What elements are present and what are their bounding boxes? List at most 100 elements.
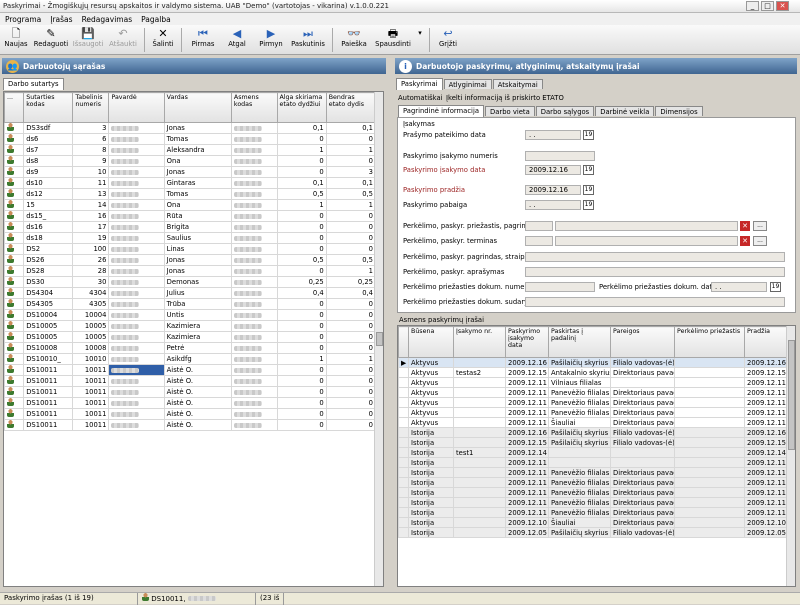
col-order-date[interactable]: Paskyrimo įsakymo data	[505, 326, 549, 358]
table-row[interactable]: DS30 30 Demonas 0,25 0,25	[4, 276, 377, 288]
clear-icon[interactable]: ✕	[740, 236, 750, 246]
table-row[interactable]: Istorija 2009.12.05 Pašilaičių skyrius Fili…	[398, 527, 788, 538]
first-button[interactable]: ⏮ Pirmas	[186, 25, 220, 55]
table-row[interactable]: Istorija 2009.12.10 Šiauliai Direktoriaus p…	[398, 517, 788, 528]
tab-deductions[interactable]: Atskaitymai	[492, 79, 543, 89]
col-total-rate[interactable]: Bendras etato dydis	[325, 92, 377, 123]
calendar-icon[interactable]: 19	[583, 200, 594, 210]
load-from-position-link[interactable]: Įkelti informaciją iš priskirto ETATO	[446, 94, 564, 102]
maximize-button[interactable]: □	[761, 1, 774, 11]
col-position[interactable]: Pareigos	[610, 326, 675, 358]
calendar-icon[interactable]: 19	[583, 130, 594, 140]
col-start[interactable]: Pradžia	[744, 326, 788, 358]
table-row[interactable]: DS10011 10011 Aistė O. 0 0	[4, 408, 377, 420]
table-row[interactable]: Istorija 2009.12.11 Panevėžio filialas Dire…	[398, 487, 788, 498]
menu-help[interactable]: Pagalba	[141, 15, 171, 24]
table-row[interactable]: ds18 19 Saulius 0 0	[4, 232, 377, 244]
next-button[interactable]: ▶ Pirmyn	[254, 25, 288, 55]
orders-grid-scrollbar[interactable]	[786, 326, 795, 586]
tab-dimensions[interactable]: Dimensijos	[655, 106, 703, 116]
browse-button[interactable]: ...	[753, 221, 767, 231]
table-row[interactable]: DS4304 4304 Julius 0,4 0,4	[4, 287, 377, 299]
col-name[interactable]: Vardas	[163, 92, 232, 123]
table-row[interactable]: Istorija test1 2009.12.14 2009.12.14	[398, 447, 788, 458]
table-row[interactable]: ds10 11 Gintaras 0,1 0,1	[4, 177, 377, 189]
edit-button[interactable]: ✎ Redaguoti	[32, 25, 70, 55]
move-reason-code[interactable]	[525, 221, 553, 231]
last-button[interactable]: ⏭ Paskutinis	[288, 25, 328, 55]
cancel-button[interactable]: ↶ Atšaukti	[106, 25, 140, 55]
search-button[interactable]: 👓 Paieška	[337, 25, 371, 55]
col-salary-rate[interactable]: Alga skiriama etato dydžiui	[276, 92, 327, 123]
col-personal-code[interactable]: Asmens kodas	[230, 92, 278, 123]
table-row[interactable]: Aktyvus 2009.12.11 Panevėžio filialas Direk…	[398, 407, 788, 418]
print-button[interactable]: 🖶 Spausdinti	[371, 25, 415, 55]
table-row[interactable]: ds7 8 Aleksandra 1 1	[4, 144, 377, 156]
table-row[interactable]: Istorija 2009.12.11 Panevėžio filialas Dire…	[398, 467, 788, 478]
table-row[interactable]: DS2 100 Linas 0 0	[4, 243, 377, 255]
table-row[interactable]: DS10011 10011 Aistė O. 0 0	[4, 397, 377, 409]
table-row[interactable]: DS10011 10011 Aistė O. 0 0	[4, 386, 377, 398]
browse-button[interactable]: ...	[753, 236, 767, 246]
table-row[interactable]: 15 14 Ona 1 1	[4, 199, 377, 211]
move-term-code[interactable]	[525, 236, 553, 246]
menu-record[interactable]: Įrašas	[50, 15, 72, 24]
table-row[interactable]: DS10005 10005 Kazimiera 0 0	[4, 331, 377, 343]
menu-edit[interactable]: Redagavimas	[82, 15, 133, 24]
col-move-reason[interactable]: Perkėlimo priežastis	[674, 326, 745, 358]
tab-main-info[interactable]: Pagrindinė informacija	[398, 105, 485, 117]
table-row[interactable]: ds9 10 Jonas 0 3	[4, 166, 377, 178]
table-row[interactable]: Aktyvus testas2 2009.12.15 Antakalnio skyri…	[398, 367, 788, 378]
table-row[interactable]: DS10004 10004 Untis 0 0	[4, 309, 377, 321]
col-tab-number[interactable]: Tabelinis numeris	[72, 92, 110, 123]
calendar-icon[interactable]: 19	[583, 185, 594, 195]
table-row[interactable]: Istorija 2009.12.11 Panevėžio filialas Dire…	[398, 497, 788, 508]
save-button[interactable]: 💾 Išsaugoti	[70, 25, 106, 55]
col-menu[interactable]: ...	[4, 92, 25, 123]
order-date-input[interactable]: 2009.12.16	[525, 165, 581, 175]
tab-workplace[interactable]: Darbo vieta	[485, 106, 535, 116]
menu-program[interactable]: Programa	[5, 15, 41, 24]
tab-work-conditions[interactable]: Darbo sąlygos	[535, 106, 595, 116]
move-term-input[interactable]	[555, 236, 738, 246]
table-row[interactable]: DS26 26 Jonas 0,5 0,5	[4, 254, 377, 266]
order-number-input[interactable]	[525, 151, 595, 161]
table-row[interactable]: Istorija 2009.12.15 Pašilaičių skyrius Fili…	[398, 437, 788, 448]
doc-maker-input[interactable]	[525, 297, 785, 307]
scroll-thumb[interactable]	[788, 340, 795, 450]
table-row[interactable]: ds16 17 Brigita 0 0	[4, 221, 377, 233]
close-button[interactable]: ✕	[776, 1, 789, 11]
table-row[interactable]: ds15_ 16 Rūta 0 0	[4, 210, 377, 222]
back-button[interactable]: ↩ Grįžti	[434, 25, 462, 55]
table-row[interactable]: ▶ Aktyvus 2009.12.16 Pašilaičių skyrius Fili…	[398, 357, 788, 368]
print-dropdown[interactable]: ▾	[415, 25, 425, 55]
calendar-icon[interactable]: 19	[770, 282, 781, 292]
table-row[interactable]: DS10011 10011 Aistė O. 0 0	[4, 364, 377, 376]
new-button[interactable]: 🗋 Naujas	[0, 25, 32, 55]
delete-button[interactable]: ✕ Šalinti	[149, 25, 177, 55]
table-row[interactable]: ds8 9 Ona 0 0	[4, 155, 377, 167]
table-row[interactable]: Aktyvus 2009.12.11 Panevėžio filialas Direk…	[398, 387, 788, 398]
table-row[interactable]: Aktyvus 2009.12.11 Vilniaus filialas 2009.1…	[398, 377, 788, 388]
auto-link[interactable]: Automatiškai	[398, 94, 443, 102]
col-order-no[interactable]: Įsakymo nr.	[453, 326, 506, 358]
start-date-input[interactable]: 2009.12.16	[525, 185, 581, 195]
prev-button[interactable]: ◀ Atgal	[220, 25, 254, 55]
tab-work-activity[interactable]: Darbinė veikla	[595, 106, 655, 116]
table-row[interactable]: Istorija 2009.12.11 2009.12.11	[398, 457, 788, 468]
table-row[interactable]: DS3sdf 3 Jonas 0,1 0,1	[4, 122, 377, 134]
col-contract-code[interactable]: Sutarties kodas	[23, 92, 74, 123]
table-row[interactable]: DS10011 10011 Aistė O. 0 0	[4, 419, 377, 431]
move-basis-input[interactable]	[525, 252, 785, 262]
table-row[interactable]: DS10008 10008 Petrė 0 0	[4, 342, 377, 354]
minimize-button[interactable]: _	[746, 1, 759, 11]
move-reason-input[interactable]	[555, 221, 738, 231]
tab-salaries[interactable]: Atlyginimai	[443, 79, 492, 89]
table-row[interactable]: DS4305 4305 Trūba 0 0	[4, 298, 377, 310]
move-desc-input[interactable]	[525, 267, 785, 277]
clear-icon[interactable]: ✕	[740, 221, 750, 231]
table-row[interactable]: Aktyvus 2009.12.11 Panevėžio filialas Direk…	[398, 397, 788, 408]
tab-contracts[interactable]: Darbo sutartys	[3, 78, 64, 90]
end-date-input[interactable]: . .	[525, 200, 581, 210]
employee-grid-scrollbar[interactable]	[374, 92, 383, 586]
